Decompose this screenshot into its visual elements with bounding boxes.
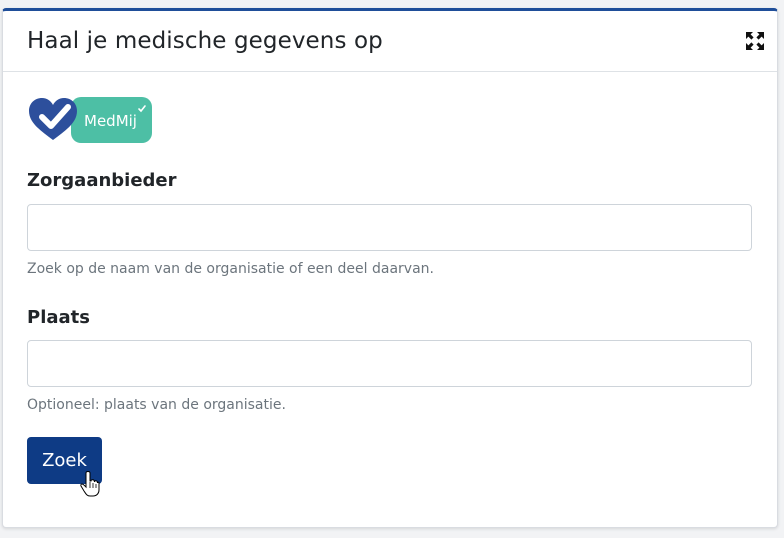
- medmij-logo-text: MedMij: [84, 112, 137, 130]
- city-help-text: Optioneel: plaats van de organisatie.: [27, 397, 286, 413]
- provider-input[interactable]: [27, 204, 752, 251]
- medical-data-dialog: Haal je medische gegevens op MedMij Zorg…: [2, 8, 778, 528]
- dialog-title: Haal je medische gegevens op: [27, 28, 383, 54]
- expand-arrows-icon[interactable]: [745, 31, 765, 51]
- provider-label: Zorgaanbieder: [27, 170, 177, 191]
- city-input[interactable]: [27, 340, 752, 387]
- city-label: Plaats: [27, 307, 90, 328]
- dialog-header: Haal je medische gegevens op: [3, 11, 777, 72]
- medmij-logo: MedMij: [27, 96, 153, 144]
- provider-help-text: Zoek op de naam van de organisatie of ee…: [27, 261, 434, 277]
- hand-pointer-icon: [80, 470, 100, 497]
